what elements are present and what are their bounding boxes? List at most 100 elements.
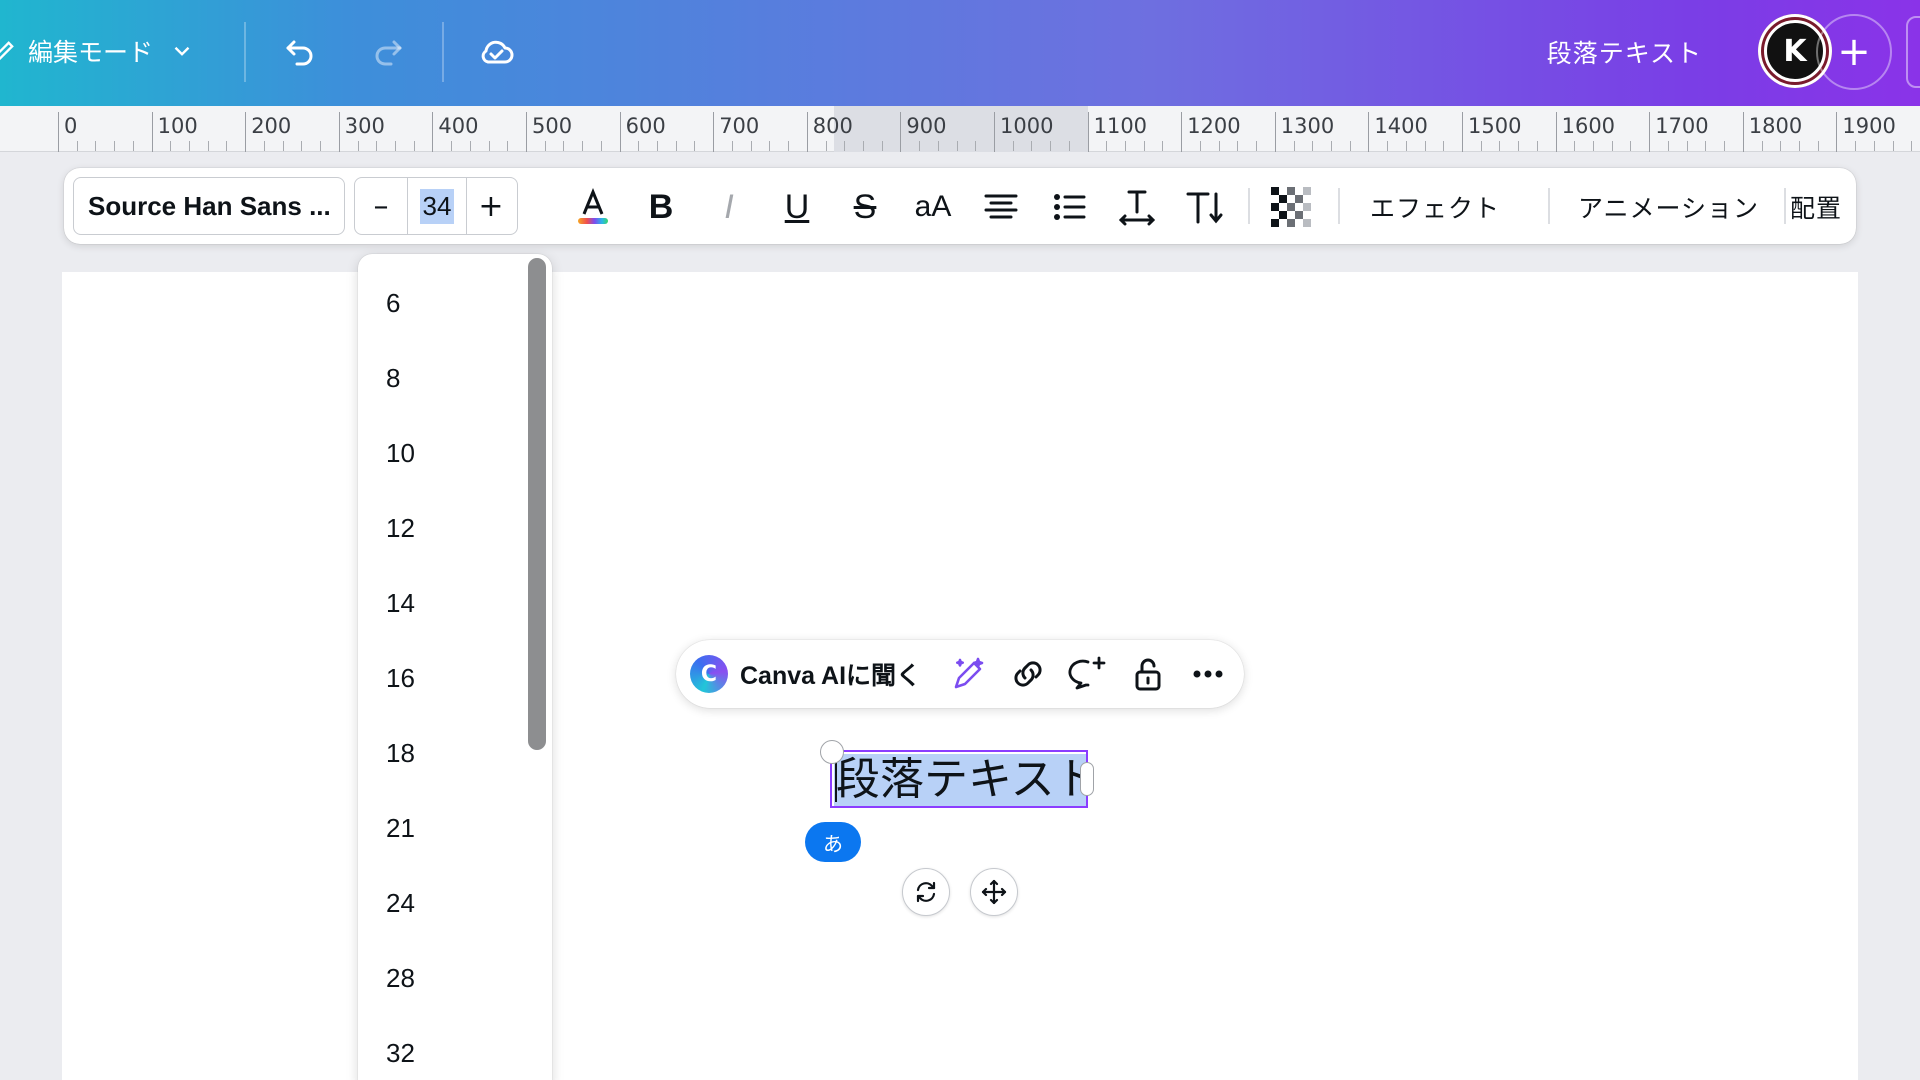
- rotate-button[interactable]: [902, 868, 950, 916]
- increase-font-size-button[interactable]: +: [465, 178, 517, 234]
- ruler-minor-tick: [731, 141, 733, 151]
- ruler-minor-tick: [1387, 141, 1389, 151]
- redo-button[interactable]: [366, 30, 410, 74]
- ruler-minor-tick: [919, 141, 921, 151]
- ruler-label: 1100: [1093, 114, 1148, 138]
- font-size-input[interactable]: 34: [407, 178, 467, 234]
- ruler-minor-tick: [1143, 141, 1145, 151]
- font-family-select[interactable]: Source Han Sans ...: [73, 177, 345, 235]
- font-size-value: 34: [419, 188, 455, 224]
- ruler-minor-tick: [226, 141, 228, 151]
- ruler-minor-tick: [1536, 141, 1538, 151]
- link-button[interactable]: [1006, 652, 1050, 696]
- resize-handle-side[interactable]: [1080, 762, 1094, 796]
- paragraph-text[interactable]: 段落テキスト: [836, 754, 1099, 806]
- ruler-minor-tick: [394, 141, 396, 151]
- ruler-minor-tick: [451, 141, 453, 151]
- underline-button[interactable]: U: [772, 182, 822, 232]
- effects-button[interactable]: エフェクト: [1370, 188, 1500, 226]
- ruler-minor-tick: [1630, 141, 1632, 151]
- ime-indicator: あ: [805, 822, 861, 862]
- lock-icon: [1135, 658, 1161, 691]
- horizontal-ruler[interactable]: 0 100 200 300 400 500 600 700 800 900 1000 1100 1200…: [0, 106, 1920, 152]
- letter-spacing-icon: [1118, 190, 1156, 226]
- text-caret: [835, 760, 837, 802]
- ruler-minor-tick: [132, 141, 134, 151]
- font-size-dropdown: 6 8 10 12 14 16 18 21 24 28 32: [358, 254, 552, 1080]
- letter-spacing-button[interactable]: [1112, 182, 1162, 232]
- rotate-icon: [916, 881, 936, 903]
- ruler-minor-tick: [1256, 141, 1258, 151]
- ruler-tick: [713, 112, 715, 152]
- divider: [1338, 188, 1340, 224]
- align-center-button[interactable]: [976, 182, 1026, 232]
- edit-mode-label: 編集モード: [28, 38, 154, 67]
- share-button[interactable]: [1906, 16, 1920, 88]
- move-button[interactable]: [970, 868, 1018, 916]
- font-size-option[interactable]: 12: [358, 491, 552, 566]
- ruler-minor-tick: [1873, 141, 1875, 151]
- add-comment-button[interactable]: [1066, 652, 1110, 696]
- ruler-tick: [1462, 112, 1463, 152]
- canva-ai-icon[interactable]: C: [690, 655, 728, 693]
- undo-button[interactable]: [278, 30, 322, 74]
- ruler-tick: [1181, 112, 1183, 152]
- document-title[interactable]: 段落テキスト: [1547, 34, 1702, 70]
- ruler-minor-tick: [1237, 141, 1239, 151]
- edit-mode-menu[interactable]: 編集モード: [0, 30, 195, 72]
- dropdown-scrollbar[interactable]: [526, 256, 548, 752]
- ruler-minor-tick: [1705, 141, 1707, 151]
- ruler-label: 1200: [1187, 114, 1241, 138]
- redo-icon: [375, 40, 402, 66]
- ruler-tick: [1836, 112, 1838, 152]
- ruler-minor-tick: [189, 141, 191, 151]
- line-spacing-button[interactable]: [1180, 182, 1230, 232]
- text-element[interactable]: 段落テキスト: [830, 750, 1099, 808]
- ruler-minor-tick: [263, 141, 265, 151]
- transparency-button[interactable]: [1266, 182, 1316, 232]
- ruler-minor-tick: [1443, 141, 1445, 151]
- ruler-minor-tick: [844, 141, 846, 151]
- ruler-tick: [1087, 112, 1089, 152]
- magic-edit-button[interactable]: [946, 652, 990, 696]
- font-size-option[interactable]: 24: [358, 866, 552, 941]
- ruler-label: 1800: [1748, 114, 1803, 138]
- font-size-option[interactable]: 21: [358, 791, 552, 866]
- italic-button[interactable]: I: [704, 182, 754, 232]
- letter-case-button[interactable]: aA: [908, 182, 958, 232]
- bold-button[interactable]: B: [636, 182, 686, 232]
- more-options-button[interactable]: [1186, 652, 1230, 696]
- ruler-minor-tick: [207, 141, 209, 151]
- font-size-option[interactable]: 18: [358, 716, 552, 791]
- ask-canva-ai-button[interactable]: Canva AIに聞く: [740, 654, 921, 694]
- font-size-option[interactable]: 16: [358, 641, 552, 716]
- add-collaborator-button[interactable]: +: [1816, 14, 1892, 90]
- position-button[interactable]: 配置: [1784, 188, 1856, 226]
- font-size-option[interactable]: 28: [358, 941, 552, 1016]
- resize-handle-corner[interactable]: [820, 740, 844, 764]
- ruler-minor-tick: [1574, 141, 1576, 151]
- animation-button[interactable]: アニメーション: [1578, 188, 1759, 226]
- font-size-option[interactable]: 32: [358, 1016, 552, 1080]
- ruler-tick: [900, 112, 902, 152]
- font-size-options: 6 8 10 12 14 16 18 21 24 28 32: [358, 266, 552, 1080]
- list-button[interactable]: [1044, 182, 1094, 232]
- font-size-stepper: – 34 +: [354, 177, 518, 235]
- font-size-option[interactable]: 10: [358, 416, 552, 491]
- save-status-button[interactable]: [474, 30, 518, 74]
- ruler-minor-tick: [413, 141, 415, 151]
- ruler-tick: [1555, 112, 1557, 152]
- font-size-option[interactable]: 8: [358, 341, 552, 416]
- ruler-minor-tick: [320, 141, 322, 151]
- text-color-button[interactable]: [568, 182, 618, 232]
- font-size-option[interactable]: 6: [358, 266, 552, 341]
- ruler-minor-tick: [301, 141, 303, 151]
- ruler-label: 1000: [1000, 114, 1054, 138]
- lock-button[interactable]: [1126, 652, 1170, 696]
- decrease-font-size-button[interactable]: –: [355, 178, 407, 234]
- strikethrough-button[interactable]: S: [840, 182, 890, 232]
- bullet-list-icon: [1054, 194, 1086, 220]
- ruler-minor-tick: [1031, 141, 1033, 151]
- ruler-tick: [151, 112, 153, 152]
- font-size-option[interactable]: 14: [358, 566, 552, 641]
